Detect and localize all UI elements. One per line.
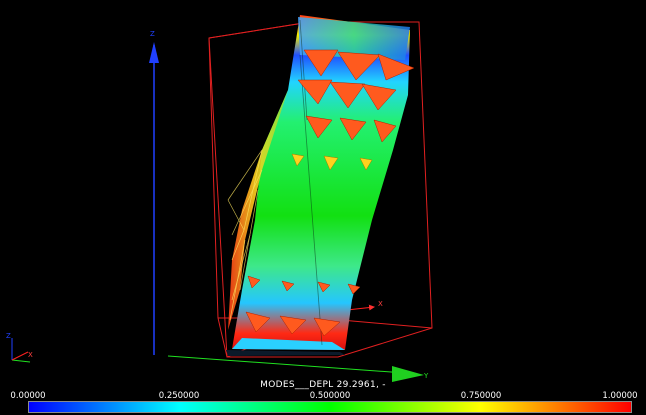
scalar-bar [28,401,632,413]
scalar-bar-tick-label: 1.00000 [602,391,638,401]
orientation-triad: Z X [6,332,33,363]
3d-scene[interactable]: Z Y X Z X [0,0,646,415]
scalar-bar-tick-label: 0.250000 [158,391,200,401]
scalar-bar-tick-label: 0.00000 [10,391,46,401]
scalar-bar-title: MODES___DEPL 29.2961, - [260,380,386,390]
render-viewport[interactable]: Z Y X Z X MODES___DEPL 29.2961, - 0.0000… [0,0,646,415]
x-axis-label: X [378,300,383,308]
y-axis-label: Y [423,372,429,380]
z-axis-label: Z [150,30,155,38]
corner-z-label: Z [6,332,11,340]
corner-x-label: X [28,351,33,359]
scalar-bar-tick-label: 0.500000 [309,391,351,401]
z-axis-arrowhead-icon [149,42,159,63]
scalar-bar-tick-label: 0.750000 [460,391,502,401]
